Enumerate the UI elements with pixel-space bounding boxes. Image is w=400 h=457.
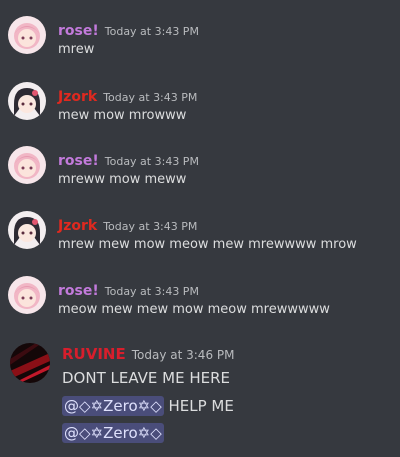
timestamp: Today at 3:43 PM [104,25,199,38]
author-name[interactable]: RUVINE [62,345,126,363]
message-content: DONT LEAVE ME HERE [62,369,230,387]
avatar-rose[interactable] [8,276,46,314]
message-content: mew mow mrowww [58,108,187,123]
avatar-rose[interactable] [8,16,46,54]
timestamp: Today at 3:43 PM [104,285,199,298]
avatar-ruvine[interactable] [10,343,50,383]
message-content: @◇✡Zero✡◇ HELP ME [62,396,234,416]
timestamp: Today at 3:43 PM [103,220,198,233]
timestamp: Today at 3:43 PM [104,155,199,168]
author-name[interactable]: Jzork [58,218,97,234]
message-content: @◇✡Zero✡◇ [62,423,164,443]
author-name[interactable]: rose! [58,23,99,39]
message-text: HELP ME [163,397,234,415]
author-name[interactable]: rose! [58,283,99,299]
message-content: mrew [58,42,95,57]
message-content: mrew mew mow meow mew mrewwww mrow [58,237,357,252]
chat-messages: rose! Today at 3:43 PM mrew Jzork Today at… [0,0,400,457]
avatar-jzork[interactable] [8,82,46,120]
user-mention[interactable]: @◇✡Zero✡◇ [62,396,164,416]
avatar-jzork[interactable] [8,211,46,249]
timestamp: Today at 3:46 PM [131,348,235,362]
author-name[interactable]: rose! [58,153,99,169]
message-content: mreww mow meww [58,172,187,187]
message-content: meow mew mew mow meow mrewwwww [58,302,330,317]
author-name[interactable]: Jzork [58,89,97,105]
timestamp: Today at 3:43 PM [103,91,198,104]
avatar-rose[interactable] [8,146,46,184]
user-mention[interactable]: @◇✡Zero✡◇ [62,423,164,443]
